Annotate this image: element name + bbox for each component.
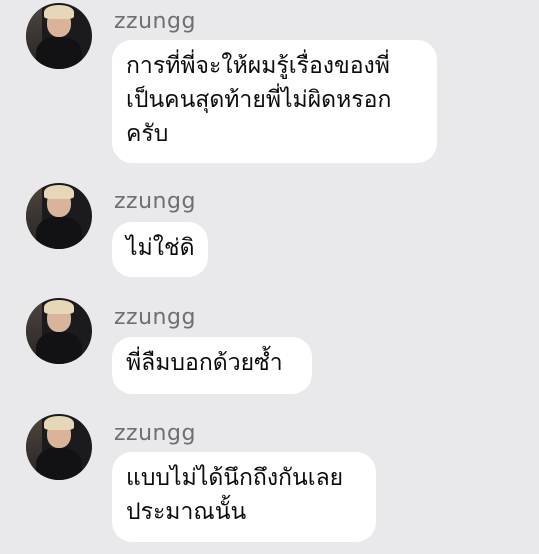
sender-name: zzungg [114, 305, 196, 330]
message-bubble[interactable]: พี่ลืมบอกด้วยซ้ำ [112, 337, 312, 394]
message-text: พี่ลืมบอกด้วยซ้ำ [126, 350, 283, 376]
sender-name: zzungg [114, 9, 196, 34]
avatar[interactable] [26, 414, 92, 480]
message-text: เป็นคนสุดท้ายพี่ไม่ผิดหรอก [126, 87, 392, 113]
message-bubble[interactable]: การที่พี่จะให้ผมรู้เรื่องของพี่ เป็นคนสุ… [112, 40, 437, 163]
avatar[interactable] [26, 3, 92, 69]
message-text: ประมาณนั้น [126, 499, 247, 525]
sender-name: zzungg [114, 421, 196, 446]
message-text: ไม่ใช่ดิ [126, 235, 195, 261]
message-bubble[interactable]: แบบไม่ได้นึกถึงกันเลย ประมาณนั้น [112, 452, 376, 542]
message-bubble[interactable]: ไม่ใช่ดิ [112, 222, 208, 277]
message-text: ครับ [126, 121, 169, 147]
avatar[interactable] [26, 183, 92, 249]
avatar[interactable] [26, 298, 92, 364]
sender-name: zzungg [114, 189, 196, 214]
message-text: แบบไม่ได้นึกถึงกันเลย [126, 465, 344, 491]
message-text: การที่พี่จะให้ผมรู้เรื่องของพี่ [126, 53, 390, 79]
